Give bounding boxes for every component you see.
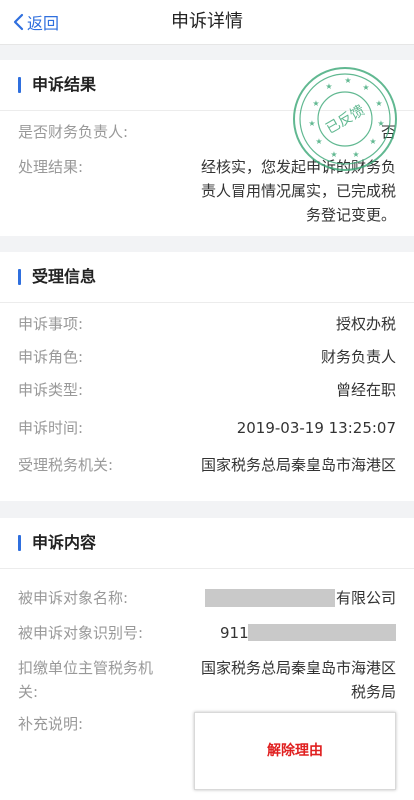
withholding-authority-value: 国家税务总局秦皇岛市海港区 税务局 <box>201 656 396 704</box>
process-label: 处理结果: <box>18 158 84 176</box>
feedback-stamp: ★ ★ ★ ★ ★ ★ ★ ★ ★ ★ ★ 已反馈 <box>293 67 397 171</box>
value-line: 国家税务总局秦皇岛市海港区 <box>200 659 396 677</box>
svg-text:★: ★ <box>375 99 382 108</box>
content-section-title: 申诉内容 <box>32 533 97 552</box>
svg-text:★: ★ <box>330 150 337 159</box>
target-id-value: 911 <box>220 624 249 642</box>
appeal-item-value: 授权办税 <box>335 315 396 333</box>
process-line: 务登记变更。 <box>305 206 396 224</box>
svg-text:★: ★ <box>315 137 322 146</box>
svg-text:★: ★ <box>312 99 319 108</box>
label-line: 关: <box>18 683 39 701</box>
svg-text:★: ★ <box>344 76 351 85</box>
appeal-role-label: 申诉角色: <box>18 348 84 366</box>
appeal-time-value: 2019-03-19 13:25:07 <box>236 419 396 437</box>
target-name-value: 有限公司 <box>335 589 396 607</box>
value-line: 税务局 <box>350 683 396 701</box>
acceptance-section-title: 受理信息 <box>32 267 97 286</box>
page-title: 申诉详情 <box>171 11 243 32</box>
redacted-tax-id <box>248 624 396 641</box>
withholding-authority-label: 扣缴单位主管税务机 关: <box>18 656 153 704</box>
release-reason-label: 解除理由 <box>267 743 323 759</box>
authority-row: 扣缴单位主管税务机 关: 国家税务总局秦皇岛市海港区 税务局 <box>18 656 396 704</box>
svg-text:★: ★ <box>377 119 384 128</box>
appeal-role-value: 财务负责人 <box>320 348 396 366</box>
target-name-label: 被申诉对象名称: <box>18 589 129 607</box>
appeal-type-value: 曾经在职 <box>335 381 396 399</box>
nav-bar: 返回 申诉详情 <box>0 0 414 45</box>
supplement-label: 补充说明: <box>18 715 84 733</box>
authority-value: 国家税务总局秦皇岛市海港区 <box>200 456 396 474</box>
svg-text:★: ★ <box>352 150 359 159</box>
release-reason-button[interactable]: 解除理由 <box>194 712 396 790</box>
stamp-text: 已反馈 <box>323 102 367 137</box>
section-marker <box>18 269 21 285</box>
svg-text:★: ★ <box>369 137 376 146</box>
is-finance-label: 是否财务负责人: <box>18 123 129 141</box>
redacted-company-name <box>205 589 335 607</box>
process-line: 责人冒用情况属实，已完成税 <box>200 182 396 200</box>
appeal-time-label: 申诉时间: <box>18 419 84 437</box>
section-marker <box>18 77 21 93</box>
label-line: 扣缴单位主管税务机 <box>18 659 154 677</box>
svg-text:★: ★ <box>308 119 315 128</box>
svg-text:★: ★ <box>325 82 332 91</box>
authority-label: 受理税务机关: <box>18 456 114 474</box>
section-marker <box>18 535 21 551</box>
appeal-type-label: 申诉类型: <box>18 381 84 399</box>
svg-text:★: ★ <box>362 83 369 92</box>
target-id-label: 被申诉对象识别号: <box>18 624 144 642</box>
result-section-title: 申诉结果 <box>32 75 97 94</box>
content-section-header: 申诉内容 <box>0 518 414 569</box>
acceptance-section: 受理信息 申诉事项: 授权办税 申诉角色: 财务负责人 申诉类型: 曾经在职 申… <box>0 252 414 501</box>
appeal-item-label: 申诉事项: <box>18 315 84 333</box>
acceptance-section-header: 受理信息 <box>0 252 414 303</box>
